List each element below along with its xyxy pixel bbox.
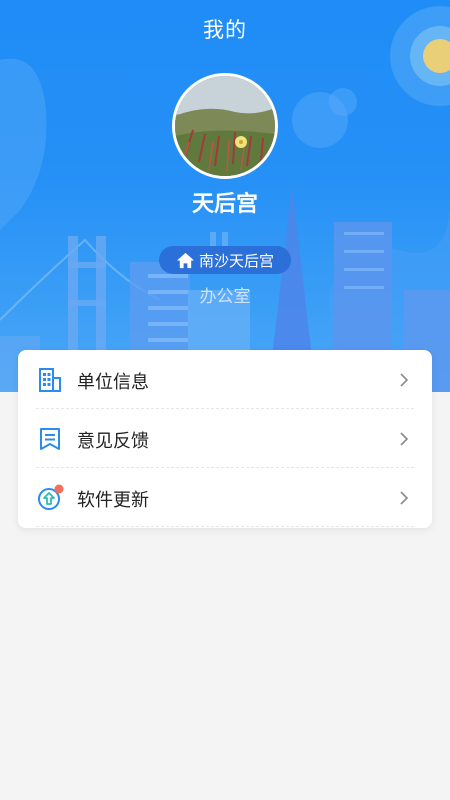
menu-divider bbox=[36, 526, 414, 527]
menu-item-feedback[interactable]: 意见反馈 bbox=[18, 409, 432, 468]
avatar-photo bbox=[175, 76, 275, 176]
user-name: 天后宫 bbox=[191, 192, 258, 217]
menu-item-label: 单位信息 bbox=[77, 372, 149, 393]
home-icon bbox=[176, 251, 195, 270]
update-icon bbox=[36, 484, 64, 512]
department-label: 办公室 bbox=[199, 287, 251, 307]
location-label: 南沙天后宫 bbox=[198, 251, 274, 270]
chevron-right-icon bbox=[398, 490, 410, 506]
avatar[interactable] bbox=[172, 73, 278, 179]
building-icon bbox=[36, 366, 64, 394]
menu-item-software-update[interactable]: 软件更新 bbox=[18, 468, 432, 527]
menu-item-label: 意见反馈 bbox=[77, 431, 149, 452]
profile-header: 我的 天后宫 南沙天后宫 办公室 bbox=[0, 0, 450, 392]
feedback-icon bbox=[36, 425, 64, 453]
chevron-right-icon bbox=[398, 372, 410, 388]
menu-item-unit-info[interactable]: 单位信息 bbox=[18, 350, 432, 409]
menu-item-label: 软件更新 bbox=[77, 490, 149, 511]
menu-card: 单位信息 意见反馈 软件更新 bbox=[18, 350, 432, 528]
chevron-right-icon bbox=[398, 431, 410, 447]
page-title: 我的 bbox=[203, 18, 247, 42]
location-badge: 南沙天后宫 bbox=[159, 246, 291, 274]
